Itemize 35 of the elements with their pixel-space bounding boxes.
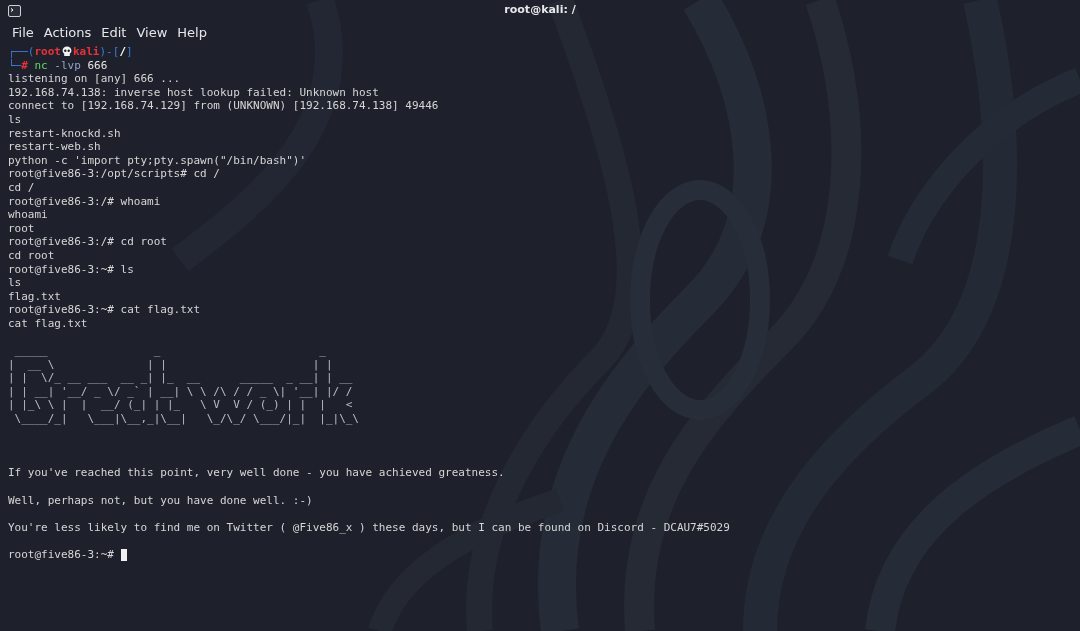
skull-icon — [62, 46, 72, 57]
menu-item[interactable]: View — [131, 22, 173, 42]
terminal-line: root@five86-3:~# cat flag.txt — [8, 303, 201, 317]
terminal-line: cd / — [8, 180, 35, 195]
terminal-icon — [8, 4, 21, 17]
terminal-line: ls — [8, 276, 22, 290]
terminal-line: If you've reached this point, very well done - you have achieved greatness. — [8, 466, 505, 480]
menu-item[interactable]: Actions — [38, 22, 97, 42]
terminal-line: Well, perhaps not, but you have done well. :-) — [8, 493, 313, 508]
terminal-line: listening on [any] 666 ... — [8, 72, 181, 86]
prompt-line: root@five86-3:~# — [8, 547, 115, 562]
window-title: root@kali: / — [504, 3, 576, 16]
terminal-line: root@five86-3:/# cd root — [8, 235, 167, 249]
prompt-text: ┌──(root — [8, 45, 61, 59]
terminal-line: root — [8, 221, 35, 236]
terminal-line: root@five86-3:/opt/scripts# cd / — [8, 167, 220, 181]
terminal-line: restart-web.sh — [8, 140, 101, 154]
terminal-line: 192.168.74.138: inverse host lookup failed: Unknown host — [8, 85, 379, 100]
terminal-line: cd root — [8, 248, 55, 263]
terminal-line: python -c 'import pty;pty.spawn("/bin/bash")' — [8, 153, 306, 168]
terminal-line: flag.txt — [8, 289, 61, 304]
terminal-line: cat flag.txt — [8, 316, 88, 331]
terminal-line: restart-knockd.sh — [8, 126, 121, 141]
terminal-line: connect to [192.168.74.129] from (UNKNOWN) [192.168.74.138] 49446 — [8, 99, 439, 113]
ascii-art: _____ _ _ | __ \ | | | | | | \/_ __ ___ __ _| |_ __ _____ _ __| | __ | | __| '__/ _ \/ _` | __| \ \ /\ / / _ \| '__| |/ / | |_\ \ | | __/ (_| | |_ \ V V / (_) | | | < \____/_| \___|\__,_|\__| \_/\_/ \___/|_| |_|\_\ — [8, 344, 359, 426]
terminal-line: whoami — [8, 208, 48, 222]
prompt-text: └─# nc -lvp 666 — [8, 58, 108, 73]
menu-item[interactable]: File — [7, 22, 39, 42]
terminal-line: You're less likely to find me on Twitter ( @Five86_x ) these days, but I can be found on Discord - DCAU7#5029 — [8, 520, 730, 535]
terminal-line: root@five86-3:/# whoami — [8, 194, 161, 209]
terminal-line: ls — [8, 112, 22, 127]
menu-item[interactable]: Help — [172, 22, 212, 42]
terminal-line: root@five86-3:~# ls — [8, 262, 134, 277]
prompt-text: kali)-[/] — [73, 45, 133, 59]
menu-item[interactable]: Edit — [96, 22, 132, 42]
